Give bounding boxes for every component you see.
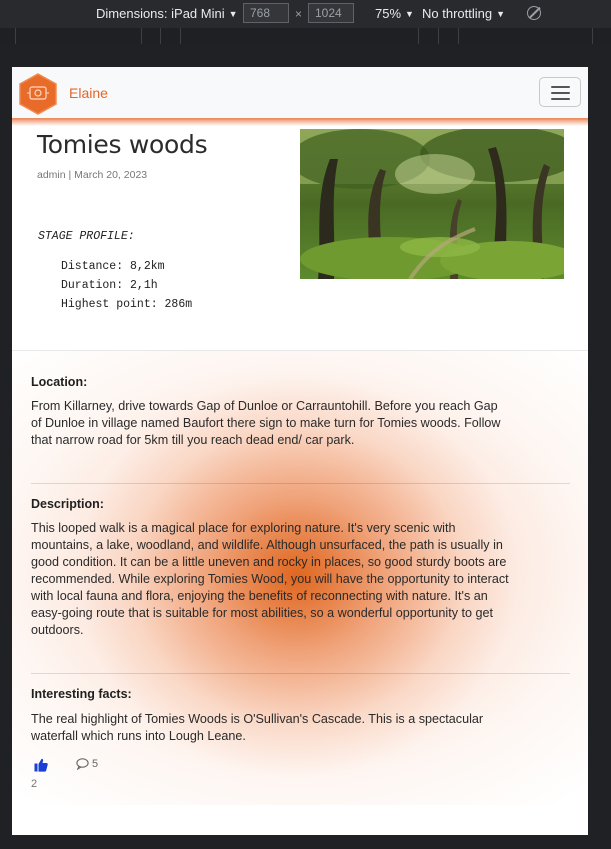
stage-profile-heading: STAGE PROFILE: bbox=[38, 230, 135, 243]
stage-highest-point: Highest point: 286m bbox=[61, 298, 193, 311]
location-text: From Killarney, drive towards Gap of Dun… bbox=[31, 399, 501, 447]
location-heading: Location: bbox=[31, 375, 88, 389]
device-viewport: Elaine Tomies woods admin | March 20, 20… bbox=[12, 67, 588, 835]
zoom-caret-icon: ▼ bbox=[405, 9, 414, 19]
brand-name[interactable]: Elaine bbox=[69, 85, 108, 101]
navbar: Elaine bbox=[12, 67, 588, 120]
dimensions-label: Dimensions: iPad Mini bbox=[96, 6, 225, 21]
divider bbox=[31, 673, 570, 674]
zoom-label: 75% bbox=[375, 6, 402, 21]
divider bbox=[31, 483, 570, 484]
rotate-icon[interactable] bbox=[527, 6, 541, 20]
facts-text: The real highlight of Tomies Woods is O'… bbox=[31, 712, 484, 743]
description-heading: Description: bbox=[31, 497, 104, 511]
dimensions-caret-icon: ▼ bbox=[228, 9, 238, 19]
post-title: Tomies woods bbox=[37, 130, 208, 159]
width-input[interactable]: 768 bbox=[243, 3, 289, 23]
facts-heading: Interesting facts: bbox=[31, 687, 132, 701]
description-text: This looped walk is a magical place for … bbox=[31, 521, 509, 637]
stage-duration: Duration: 2,1h bbox=[61, 279, 158, 292]
height-input[interactable]: 1024 bbox=[308, 3, 354, 23]
throttling-caret-icon: ▼ bbox=[496, 9, 506, 19]
navbar-accent-line bbox=[12, 118, 588, 126]
zoom-dropdown[interactable]: 75% ▼ bbox=[375, 6, 414, 21]
post-body: Location: From Killarney, drive towards … bbox=[12, 351, 588, 805]
throttling-label: No throttling bbox=[422, 6, 493, 21]
stage-distance: Distance: 8,2km bbox=[61, 260, 165, 273]
dimensions-dropdown[interactable]: Dimensions: iPad Mini ▼ bbox=[96, 6, 238, 21]
devtools-device-toolbar: Dimensions: iPad Mini ▼ 768 × 1024 75% ▼ N… bbox=[0, 0, 611, 28]
post-meta: admin | March 20, 2023 bbox=[37, 169, 148, 181]
menu-toggle-button[interactable] bbox=[539, 77, 581, 107]
like-count: 2 bbox=[31, 778, 38, 790]
throttling-dropdown[interactable]: No throttling ▼ bbox=[422, 6, 505, 21]
comment-icon[interactable] bbox=[76, 758, 89, 770]
comment-count: 5 bbox=[92, 758, 99, 770]
hamburger-icon bbox=[551, 86, 570, 88]
media-query-ruler bbox=[0, 28, 611, 44]
brand-logo-icon[interactable] bbox=[18, 73, 58, 115]
forest-photo bbox=[300, 129, 564, 279]
thumbs-up-icon[interactable] bbox=[34, 758, 48, 772]
times-icon: × bbox=[295, 7, 303, 21]
